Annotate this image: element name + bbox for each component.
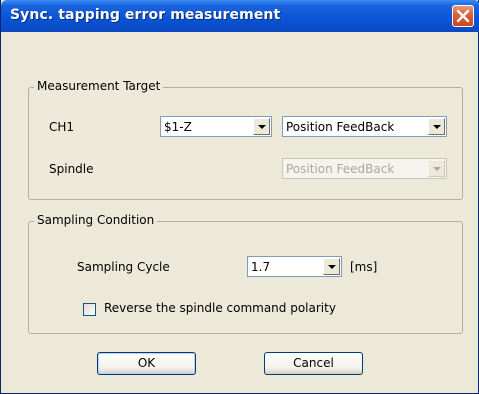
close-icon (456, 9, 470, 23)
ch1-axis-select[interactable]: $1-Z (160, 116, 272, 137)
sampling-cycle-unit: [ms] (350, 260, 378, 274)
dialog-window: Sync. tapping error measurement Measurem… (0, 0, 479, 394)
cancel-button-label: Cancel (293, 356, 334, 370)
ok-button[interactable]: OK (97, 352, 196, 375)
spindle-signal-select[interactable]: Position FeedBack (282, 158, 447, 179)
measurement-target-group (28, 87, 463, 200)
reverse-polarity-checkbox[interactable] (83, 303, 96, 316)
ok-button-label: OK (137, 356, 156, 370)
spindle-signal-value: Position FeedBack (286, 162, 395, 176)
sampling-cycle-dropdown-button[interactable] (323, 258, 340, 275)
sampling-condition-group (28, 221, 463, 334)
cancel-button[interactable]: Cancel (264, 352, 363, 375)
reverse-polarity-label[interactable]: Reverse the spindle command polarity (104, 301, 336, 315)
chevron-down-icon (433, 167, 441, 171)
sampling-condition-legend: Sampling Condition (34, 213, 158, 227)
sampling-cycle-value: 1.7 (251, 260, 271, 274)
window-title: Sync. tapping error measurement (10, 7, 281, 23)
sampling-cycle-select[interactable]: 1.7 (247, 256, 342, 277)
chevron-down-icon (328, 265, 336, 269)
sampling-cycle-label: Sampling Cycle (77, 260, 170, 274)
ch1-signal-value: Position FeedBack (286, 120, 395, 134)
ch1-axis-value: $1-Z (164, 120, 192, 134)
measurement-target-legend: Measurement Target (34, 79, 164, 93)
ch1-signal-dropdown-button[interactable] (428, 118, 445, 135)
ch1-axis-dropdown-button[interactable] (253, 118, 270, 135)
ch1-label: CH1 (49, 120, 75, 134)
ch1-signal-select[interactable]: Position FeedBack (282, 116, 447, 137)
chevron-down-icon (433, 125, 441, 129)
spindle-signal-dropdown-button[interactable] (428, 160, 445, 177)
chevron-down-icon (258, 125, 266, 129)
spindle-label: Spindle (49, 162, 94, 176)
close-button[interactable] (452, 5, 474, 27)
title-bar[interactable]: Sync. tapping error measurement (1, 0, 479, 32)
